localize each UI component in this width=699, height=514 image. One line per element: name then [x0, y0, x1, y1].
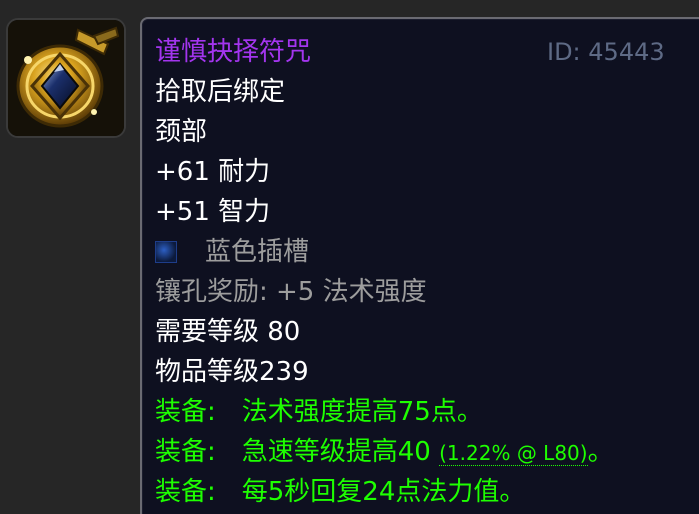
socket-line: 蓝色插槽	[155, 235, 309, 269]
haste-rating-conversion[interactable]: (1.22% @ L80)	[439, 441, 588, 466]
socket-label: 蓝色插槽	[205, 237, 310, 267]
blue-socket-icon	[155, 241, 177, 263]
equip-prefix: 装备:	[155, 397, 216, 427]
item-level: 物品等级239	[155, 357, 309, 387]
equip-text: 急速等级提高40	[241, 437, 431, 467]
bind-type: 拾取后绑定	[155, 77, 286, 107]
stat-intellect: +51 智力	[155, 197, 271, 227]
equip-text: 每5秒回复24点法力值。	[241, 477, 526, 507]
item-tooltip: 谨慎抉择符咒 ID: 45443 拾取后绑定 颈部 +61 耐力 +51 智力 …	[140, 17, 699, 514]
item-name: 谨慎抉择符咒	[155, 37, 312, 67]
equip-prefix: 装备:	[155, 437, 216, 467]
equip-text: 法术强度提高75点。	[241, 397, 483, 427]
equip-prefix: 装备:	[155, 477, 216, 507]
item-slot: 颈部	[155, 117, 208, 147]
stat-stamina: +61 耐力	[155, 157, 271, 187]
gold-amulet-with-blue-gem-icon	[8, 20, 124, 136]
item-id: ID: 45443	[547, 38, 665, 66]
equip-suffix: 。	[587, 437, 614, 467]
equip-spell-power: 装备: 法术强度提高75点。	[155, 395, 483, 429]
equip-haste: 装备: 急速等级提高40 (1.22% @ L80)。	[155, 435, 614, 470]
game-screen: 谨慎抉择符咒 ID: 45443 拾取后绑定 颈部 +61 耐力 +51 智力 …	[0, 0, 699, 514]
required-level: 需要等级 80	[155, 317, 301, 347]
equip-mana-regen: 装备: 每5秒回复24点法力值。	[155, 475, 525, 509]
item-icon[interactable]	[6, 18, 126, 138]
socket-bonus: 镶孔奖励: +5 法术强度	[155, 277, 427, 307]
